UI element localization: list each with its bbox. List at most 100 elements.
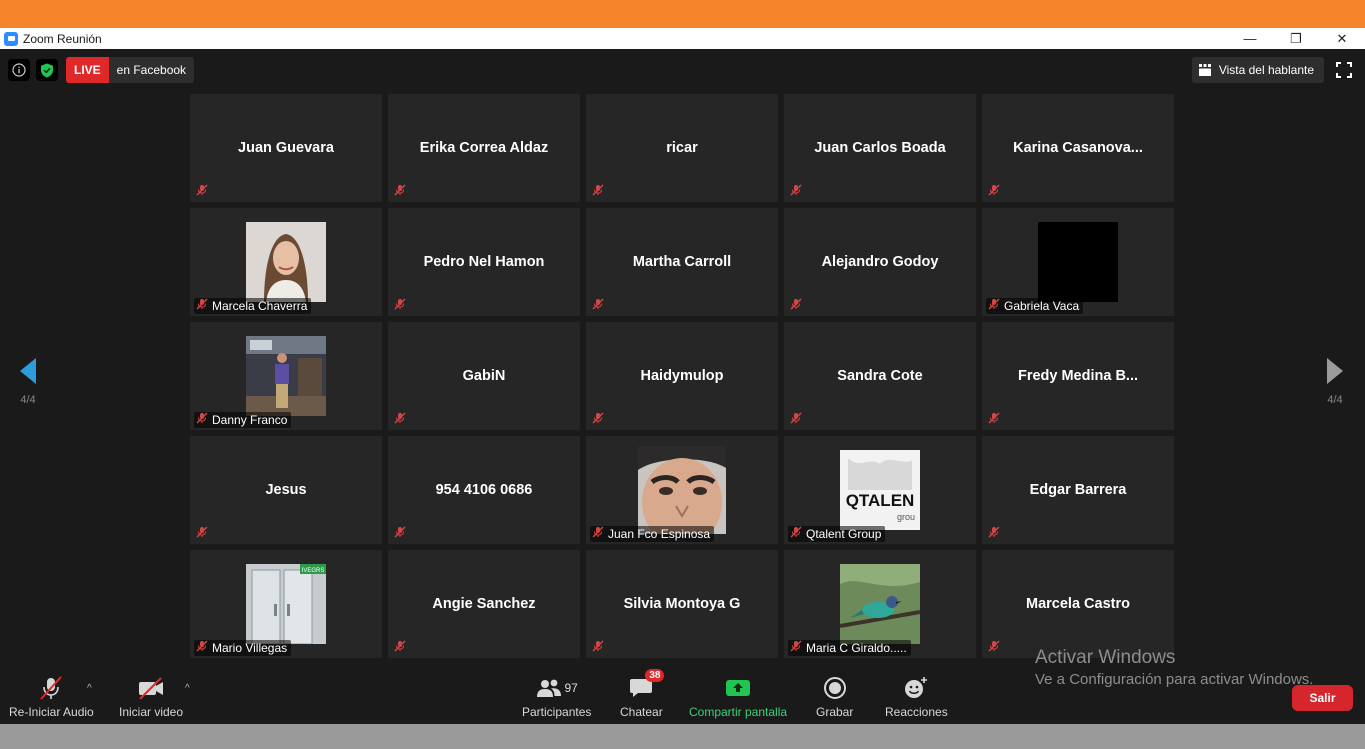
participants-icon [536, 679, 561, 697]
participant-tile[interactable]: Angie Sanchez [388, 550, 580, 658]
previous-page-nav[interactable]: 4/4 [8, 357, 48, 406]
participant-status [986, 412, 1004, 428]
fullscreen-icon[interactable] [1335, 61, 1353, 79]
participant-tile[interactable]: Sandra Cote [784, 322, 976, 430]
share-screen-icon [726, 680, 751, 696]
participant-name: Edgar Barrera [1029, 482, 1127, 498]
info-icon[interactable] [8, 59, 30, 81]
share-screen-button[interactable]: Compartir pantalla [689, 675, 787, 719]
audio-options-caret-icon[interactable]: ^ [87, 683, 92, 694]
participant-status [986, 526, 1004, 542]
participant-tile[interactable]: Juan Guevara [190, 94, 382, 202]
participant-tile[interactable]: Marcela Chaverra [190, 208, 382, 316]
restore-button[interactable]: ❐ [1273, 28, 1319, 49]
muted-mic-icon [592, 639, 604, 657]
participant-name-label: Mario Villegas [194, 640, 292, 656]
participant-tile[interactable]: ricar [586, 94, 778, 202]
chat-label: Chatear [620, 705, 663, 719]
muted-mic-icon [592, 297, 604, 315]
muted-mic-icon [394, 639, 406, 657]
participant-tile[interactable]: QTALEN grou Qtalent Group [784, 436, 976, 544]
window-titlebar: Zoom Reunión — ❐ ✕ [0, 28, 1365, 49]
muted-mic-icon [592, 411, 604, 429]
participant-tile[interactable]: Gabriela Vaca [982, 208, 1174, 316]
muted-mic-icon [592, 525, 604, 543]
participant-tile[interactable]: Alejandro Godoy [784, 208, 976, 316]
live-badge: LIVE [66, 57, 109, 83]
video-options-caret-icon[interactable]: ^ [185, 683, 190, 694]
taskbar-strip [0, 724, 1365, 749]
speaker-view-button[interactable]: Vista del hablante [1191, 57, 1324, 83]
muted-mic-icon [988, 297, 1000, 315]
participant-tile[interactable]: Maria C Giraldo..... [784, 550, 976, 658]
participant-name: Marcela Castro [1026, 596, 1130, 612]
participant-photo [1038, 222, 1118, 302]
participant-tile[interactable]: Fredy Medina B... [982, 322, 1174, 430]
participant-name: Sandra Cote [837, 368, 923, 384]
video-button[interactable]: Iniciar video [119, 675, 183, 719]
participant-tile[interactable]: IVEGRS Mario Villegas [190, 550, 382, 658]
minimize-button[interactable]: — [1227, 28, 1273, 49]
participant-name: Qtalent Group [806, 527, 882, 541]
participant-name: Erika Correa Aldaz [419, 140, 549, 156]
live-destination: en Facebook [108, 57, 195, 83]
participant-tile[interactable]: 954 4106 0686 [388, 436, 580, 544]
muted-mic-icon [394, 297, 406, 315]
chat-button[interactable]: 38 Chatear [620, 669, 665, 719]
participant-photo [246, 336, 326, 416]
muted-mic-icon [988, 525, 1000, 543]
record-label: Grabar [816, 705, 854, 719]
svg-text:IVEGRS: IVEGRS [302, 568, 325, 574]
participants-label: Participantes [522, 705, 592, 719]
participant-name: Mario Villegas [212, 641, 288, 655]
participant-tile[interactable]: Juan Fco Espinosa [586, 436, 778, 544]
participant-name: Danny Franco [212, 413, 288, 427]
participant-status [392, 526, 410, 542]
participant-tile[interactable]: Jesus [190, 436, 382, 544]
audio-button[interactable]: Re-Iniciar Audio [9, 675, 94, 719]
close-button[interactable]: ✕ [1319, 28, 1365, 49]
window-title: Zoom Reunión [23, 31, 102, 46]
participant-name: Angie Sanchez [432, 596, 536, 612]
participant-tile[interactable]: Silvia Montoya G [586, 550, 778, 658]
svg-text:grou: grou [897, 512, 915, 522]
participant-tile[interactable]: Haidymulop [586, 322, 778, 430]
audio-label: Re-Iniciar Audio [9, 705, 94, 719]
live-stream-indicator[interactable]: LIVE en Facebook [66, 57, 195, 83]
participant-name: Juan Guevara [238, 140, 334, 156]
leave-meeting-button[interactable]: Salir [1292, 685, 1353, 711]
participant-name-label: Juan Fco Espinosa [590, 525, 715, 543]
participant-photo [246, 222, 326, 302]
participant-name: Alejandro Godoy [821, 254, 939, 270]
participant-tile[interactable]: Martha Carroll [586, 208, 778, 316]
participant-name: Martha Carroll [632, 254, 732, 270]
participant-photo [839, 564, 921, 644]
participant-tile[interactable]: Marcela Castro [982, 550, 1174, 658]
reactions-smiley-icon [905, 677, 928, 698]
participants-button[interactable]: 97 Participantes [522, 675, 591, 719]
participant-name: GabiN [462, 368, 506, 384]
participant-status [194, 184, 212, 200]
participant-status [788, 412, 806, 428]
participant-status [788, 184, 806, 200]
participant-name: Maria C Giraldo..... [806, 641, 907, 655]
share-screen-label: Compartir pantalla [689, 705, 788, 719]
participant-tile[interactable]: Edgar Barrera [982, 436, 1174, 544]
participant-tile[interactable]: GabiN [388, 322, 580, 430]
reactions-button[interactable]: Reacciones [885, 675, 948, 719]
speaker-view-label: Vista del hablante [1218, 63, 1314, 77]
encryption-shield-icon[interactable] [36, 59, 58, 81]
participant-grid: Juan Guevara Erika Correa Aldaz ricar Juan … [190, 94, 1175, 658]
participant-tile[interactable]: Danny Franco [190, 322, 382, 430]
participant-tile[interactable]: Karina Casanova... [982, 94, 1174, 202]
muted-mic-icon [790, 525, 802, 543]
participant-status [590, 184, 608, 200]
chevron-right-icon [1327, 358, 1343, 384]
next-page-nav[interactable]: 4/4 [1315, 357, 1355, 406]
record-button[interactable]: Grabar [816, 675, 853, 719]
participant-tile[interactable]: Pedro Nel Hamon [388, 208, 580, 316]
participant-photo: IVEGRS [246, 564, 326, 645]
participant-tile[interactable]: Erika Correa Aldaz [388, 94, 580, 202]
participant-tile[interactable]: Juan Carlos Boada [784, 94, 976, 202]
muted-mic-icon [790, 183, 802, 201]
